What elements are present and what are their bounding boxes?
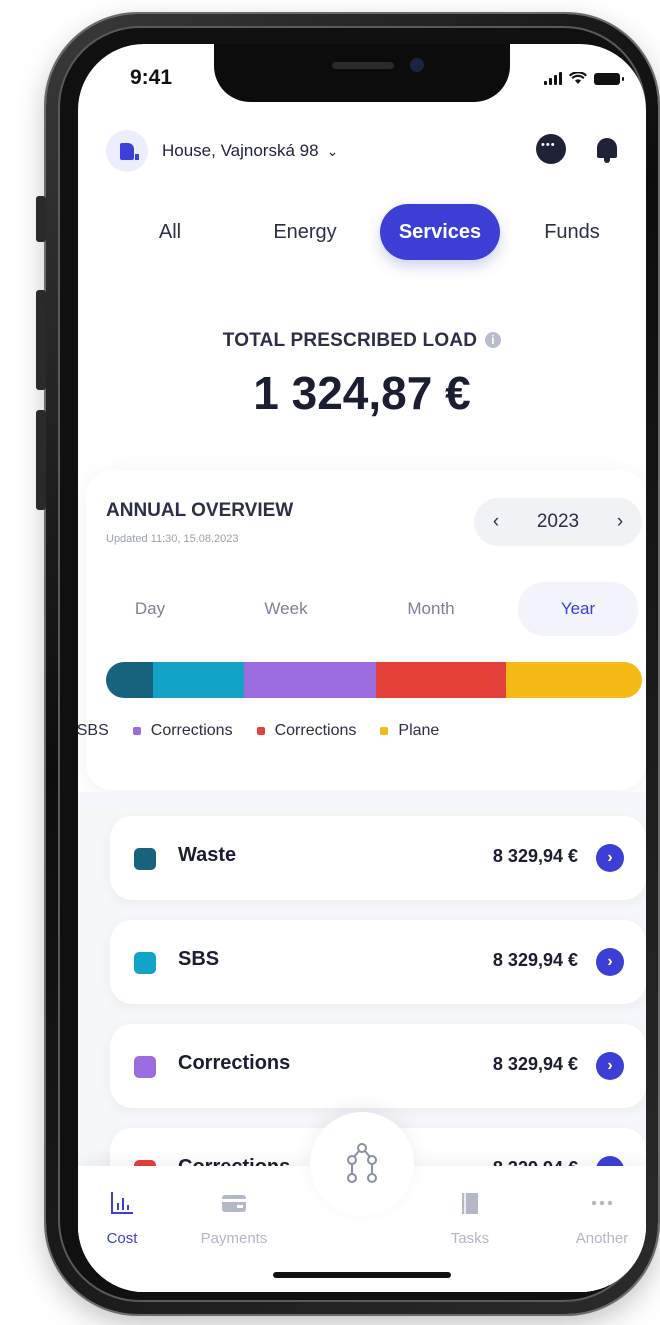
period-tabs: Day Week Month Year: [86, 582, 646, 636]
legend-item: Corrections: [132, 722, 233, 740]
year-prev-button[interactable]: ‹: [493, 511, 499, 533]
chat-icon[interactable]: [536, 134, 566, 164]
tab-day[interactable]: Day: [110, 582, 190, 636]
category-swatch: [134, 1056, 156, 1078]
legend-label: Corrections: [274, 722, 357, 739]
year-value: 2023: [536, 511, 580, 532]
nav-payments-label: Payments: [200, 1230, 268, 1247]
legend-item: Corrections: [256, 722, 357, 740]
distribution-segment: [106, 662, 153, 698]
wifi-icon: [569, 72, 587, 84]
tab-all[interactable]: All: [128, 204, 212, 260]
speaker: [332, 62, 394, 69]
notch: [214, 44, 510, 102]
distribution-segment: [244, 662, 377, 698]
center-action-button[interactable]: [310, 1112, 414, 1216]
distribution-segment: [152, 662, 245, 698]
house-logo-icon: [106, 130, 148, 172]
nav-payments[interactable]: Payments: [184, 1190, 284, 1247]
list-item[interactable]: Waste 8 329,94 € ›: [110, 816, 646, 900]
legend-label: Corrections: [150, 722, 233, 739]
distribution-bar: [106, 662, 642, 698]
legend-swatch: [380, 727, 389, 735]
total-label: TOTAL PRESCRIBED LOAD: [78, 330, 646, 352]
nav-cost[interactable]: Cost: [78, 1190, 172, 1247]
book-icon: [462, 1193, 478, 1214]
chevron-right-icon[interactable]: ›: [596, 1052, 624, 1080]
distribution-legend: WasteSBSCorrectionsCorrectionsPlane: [78, 722, 463, 740]
tab-year[interactable]: Year: [518, 582, 638, 636]
legend-item: SBS: [78, 722, 109, 740]
item-amount: 8 329,94 €: [492, 950, 578, 970]
overview-updated: Updated 11:30, 15.08.2023: [106, 533, 239, 545]
legend-swatch: [256, 727, 265, 735]
status-icons: [544, 72, 624, 85]
list-item[interactable]: Corrections 8 329,94 € ›: [110, 1024, 646, 1108]
item-amount: 8 329,94 €: [492, 846, 578, 866]
tab-energy[interactable]: Energy: [246, 204, 364, 260]
item-name: Waste: [178, 844, 237, 866]
year-selector: ‹ 2023 ›: [474, 498, 642, 546]
distribution-segment: [376, 662, 507, 698]
legend-swatch: [132, 727, 141, 735]
nav-tasks[interactable]: Tasks: [420, 1190, 520, 1247]
silent-switch: [36, 196, 46, 242]
battery-icon: [594, 72, 624, 85]
tab-funds[interactable]: Funds: [524, 204, 620, 260]
item-name: Corrections: [178, 1052, 291, 1074]
nav-another-label: Another: [575, 1230, 629, 1247]
chart-icon: [111, 1192, 133, 1214]
nav-cost-label: Cost: [106, 1230, 138, 1247]
card-icon: [222, 1195, 246, 1212]
house-name: House, Vajnorská 98: [162, 141, 319, 160]
total-value: 1 324,87 €: [253, 367, 471, 419]
item-amount: 8 329,94 €: [492, 1054, 578, 1074]
tab-month[interactable]: Month: [376, 582, 486, 636]
legend-item: Plane: [380, 722, 439, 740]
phone-screen: 9:41 House, Vajnorská 98 ⌄ All Energy Se…: [78, 44, 646, 1292]
chevron-right-icon[interactable]: ›: [596, 844, 624, 872]
hierarchy-icon: [347, 1143, 377, 1183]
nav-another[interactable]: Another: [552, 1190, 646, 1247]
chevron-down-icon: ⌄: [326, 142, 339, 159]
legend-label: SBS: [78, 722, 109, 739]
volume-up-button: [36, 290, 46, 390]
item-name: SBS: [178, 948, 220, 970]
signal-icon: [544, 72, 562, 85]
info-icon[interactable]: [485, 332, 502, 348]
legend-label: Plane: [398, 722, 440, 739]
category-swatch: [134, 952, 156, 974]
tab-week[interactable]: Week: [236, 582, 336, 636]
overview-title: ANNUAL OVERVIEW: [106, 500, 294, 521]
chevron-right-icon[interactable]: ›: [596, 948, 624, 976]
more-icon: [591, 1200, 613, 1206]
volume-down-button: [36, 410, 46, 510]
status-time: 9:41: [130, 66, 173, 89]
house-selector[interactable]: House, Vajnorská 98 ⌄: [106, 130, 338, 172]
header-actions: [536, 134, 618, 164]
distribution-segment: [506, 662, 642, 698]
bell-icon[interactable]: [596, 136, 618, 163]
tab-services[interactable]: Services: [380, 204, 500, 260]
list-item[interactable]: SBS 8 329,94 € ›: [110, 920, 646, 1004]
annual-overview-card: ANNUAL OVERVIEW Updated 11:30, 15.08.202…: [78, 470, 646, 790]
nav-tasks-label: Tasks: [450, 1230, 490, 1247]
category-swatch: [134, 848, 156, 870]
camera: [410, 58, 424, 72]
category-tabs: All Energy Services Funds: [78, 204, 646, 260]
year-next-button[interactable]: ›: [617, 511, 623, 533]
home-indicator: [273, 1272, 451, 1278]
